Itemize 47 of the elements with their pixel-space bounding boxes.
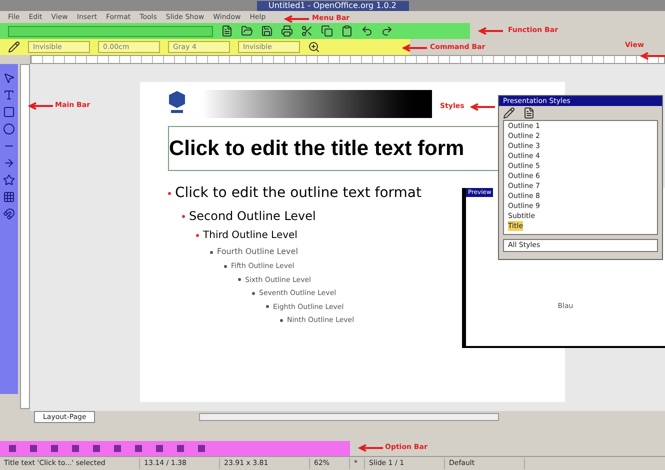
toolbar-icon[interactable]: [134, 444, 143, 453]
magnet-icon[interactable]: [3, 208, 15, 220]
star-icon[interactable]: [3, 174, 15, 186]
arrow: [358, 444, 384, 452]
outline-text: Click to edit the outline text format: [175, 184, 422, 203]
arrow: [28, 102, 54, 110]
document-icon[interactable]: [221, 25, 233, 37]
toolbar-icon[interactable]: [71, 444, 80, 453]
horizontal-scrollbar[interactable]: [199, 413, 500, 421]
arrow: [478, 27, 504, 35]
arrow-icon[interactable]: [3, 157, 15, 169]
arrow: [284, 15, 310, 23]
scissors-icon[interactable]: [301, 25, 313, 37]
outline-text: Fourth Outline Level: [217, 246, 298, 258]
arrow: [640, 52, 665, 60]
pencil-icon[interactable]: [8, 41, 20, 53]
document-icon[interactable]: [523, 107, 535, 119]
folder-icon[interactable]: [241, 25, 253, 37]
toolbar-icon[interactable]: [29, 444, 38, 453]
clipboard-icon[interactable]: [341, 25, 353, 37]
toolbar-icon[interactable]: [197, 444, 206, 453]
outline-text: Third Outline Level: [203, 229, 298, 243]
printer-icon[interactable]: [281, 25, 293, 37]
arrow: [402, 44, 428, 52]
toolbar-icon[interactable]: [176, 444, 185, 453]
copy-icon[interactable]: [321, 25, 333, 37]
toolbar-icon[interactable]: [8, 444, 17, 453]
circle-icon[interactable]: [3, 123, 15, 135]
toolbar-icon[interactable]: [155, 444, 164, 453]
toolbar-icon[interactable]: [92, 444, 101, 453]
slide-title: Click to edit the title text form: [169, 136, 464, 162]
pencil-icon[interactable]: [503, 107, 515, 119]
redo-icon[interactable]: [381, 25, 393, 37]
toolbar-icon[interactable]: [50, 444, 59, 453]
outline-text: Second Outline Level: [189, 208, 316, 225]
text-icon[interactable]: [3, 89, 15, 101]
zoom-icon[interactable]: [308, 41, 320, 53]
logo-icon: [168, 90, 186, 114]
arrow: [470, 103, 496, 111]
undo-icon[interactable]: [361, 25, 373, 37]
rectangle-icon[interactable]: [3, 106, 15, 118]
pointer-icon[interactable]: [3, 72, 15, 84]
toolbar-icon[interactable]: [113, 444, 122, 453]
grid-icon[interactable]: [3, 191, 15, 203]
save-icon[interactable]: [261, 25, 273, 37]
window-title: Untitled1 - OpenOffice.org 1.0.2: [256, 0, 408, 10]
url-field[interactable]: [8, 26, 213, 36]
